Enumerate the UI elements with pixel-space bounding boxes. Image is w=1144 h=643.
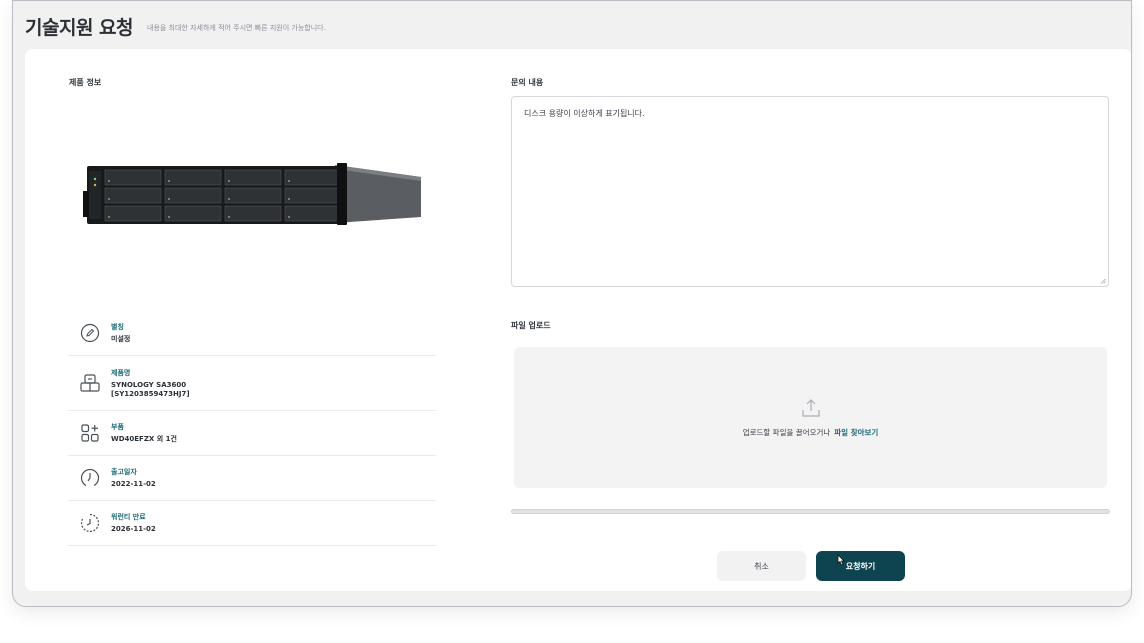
upload-label: 파일 업로드 [511, 321, 551, 330]
page-title: 기술지원 요청 [25, 17, 134, 39]
upload-icon [801, 399, 820, 417]
timer-icon [78, 511, 102, 535]
ship-date-value: 2022-11-02 [111, 480, 156, 488]
warranty-label: 워런티 만료 [111, 513, 146, 521]
parts-value: WD40EFZX 외 1건 [111, 435, 177, 443]
product-name-value: SYNOLOGY SA3600 [111, 380, 187, 389]
info-row-parts: 부품 WD40EFZX 외 1건 [68, 411, 436, 456]
resize-grip-icon[interactable] [1100, 278, 1106, 284]
submit-request-button[interactable]: 요청하기 [816, 551, 905, 581]
product-info-list: 별칭 미설정 제품명 SYNOLOGY SA3600 [SY1203859473… [68, 311, 436, 546]
dropzone-instruction: 업로드할 파일을 끌어오거나 [742, 428, 831, 437]
info-row-alias: 별칭 미설정 [68, 311, 436, 356]
cancel-button[interactable]: 취소 [717, 551, 806, 581]
page-subtitle: 내용을 최대한 자세하게 적어 주시면 빠른 지원이 가능합니다. [147, 24, 326, 32]
form-card: 제품 정보 별칭 미설정 제품명 SYNOLOGY SA3600 [SY1203… [25, 49, 1131, 591]
dropzone-text: 업로드할 파일을 끌어오거나 파일 찾아보기 [743, 427, 879, 438]
product-name-label: 제품명 [111, 368, 131, 377]
inquiry-textarea[interactable]: 디스크 용량이 이상하게 표기됩니다. [511, 96, 1109, 287]
server-icon [78, 371, 102, 395]
clock-icon [78, 466, 102, 490]
upload-progress-bar [511, 509, 1110, 514]
ship-date-label: 출고일자 [111, 468, 137, 476]
support-request-window: 기술지원 요청 내용을 최대한 자세하게 적어 주시면 빠른 지원이 가능합니다… [12, 0, 1132, 607]
info-row-warranty: 워런티 만료 2026-11-02 [68, 501, 436, 546]
mouse-cursor-icon [837, 554, 845, 566]
page-header: 기술지원 요청 내용을 최대한 자세하게 적어 주시면 빠른 지원이 가능합니다… [25, 13, 326, 40]
nas-product-image [83, 163, 421, 225]
inquiry-text: 디스크 용량이 이상하게 표기됩니다. [524, 109, 645, 118]
product-serial-value: [SY1203859473HJ7] [111, 389, 190, 398]
alias-value: 미설정 [111, 335, 131, 343]
warranty-value: 2026-11-02 [111, 525, 156, 533]
pencil-circle-icon [78, 321, 102, 345]
browse-files-link[interactable]: 파일 찾아보기 [834, 428, 878, 437]
info-row-product-name: 제품명 SYNOLOGY SA3600 [SY1203859473HJ7] [68, 356, 436, 411]
components-icon [78, 421, 102, 445]
alias-label: 별칭 [111, 323, 124, 331]
info-row-ship-date: 출고일자 2022-11-02 [68, 456, 436, 501]
inquiry-label: 문의 내용 [511, 78, 544, 87]
file-dropzone[interactable]: 업로드할 파일을 끌어오거나 파일 찾아보기 [514, 347, 1107, 488]
parts-label: 부품 [111, 423, 124, 431]
product-info-label: 제품 정보 [69, 78, 102, 87]
